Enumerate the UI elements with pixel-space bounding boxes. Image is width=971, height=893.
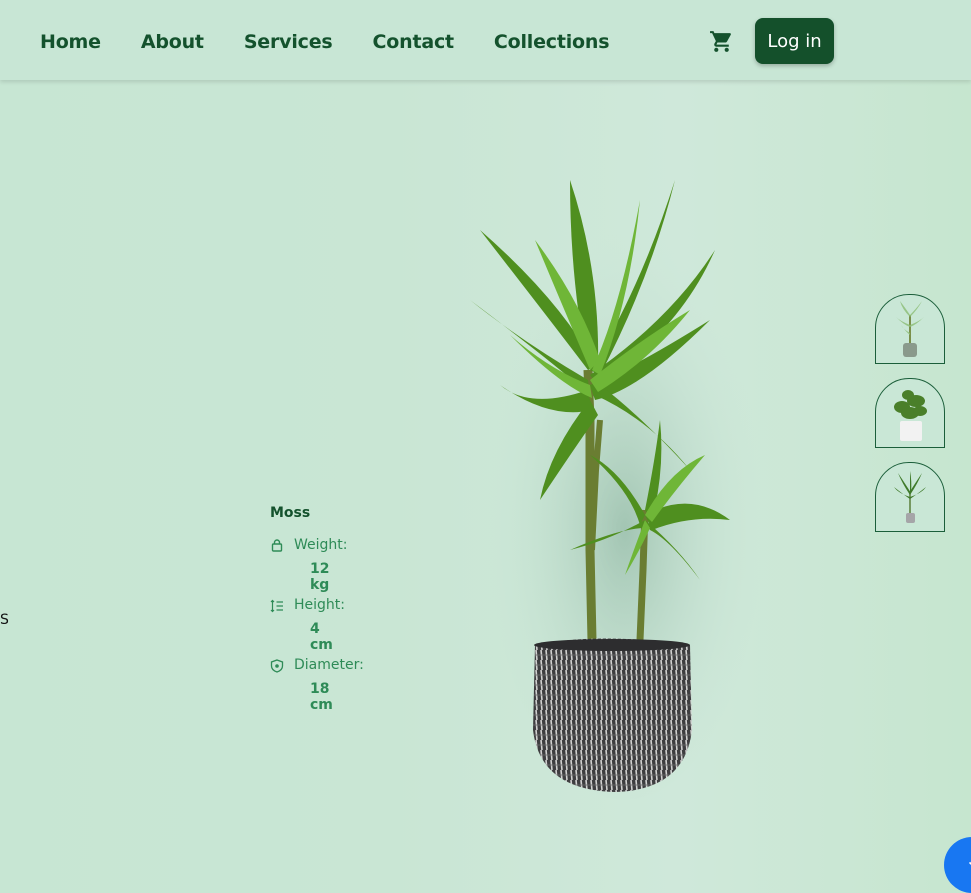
thumbnail-monstera[interactable]	[875, 378, 945, 448]
product-specs: Moss Weight: 12 kg Height: 4 cm Diameter…	[270, 505, 364, 717]
height-icon	[270, 599, 283, 613]
nav-link-collections[interactable]: Collections	[494, 31, 610, 53]
weight-icon	[271, 539, 283, 552]
spec-height-label: Height:	[294, 597, 345, 613]
nav-link-contact[interactable]: Contact	[373, 31, 455, 53]
cart-icon[interactable]	[709, 29, 734, 54]
nav-link-services[interactable]: Services	[244, 31, 333, 53]
scroll-down-button[interactable]: ↓	[944, 837, 971, 893]
spec-height: Height: 4 cm	[270, 597, 345, 657]
thumbnail-dracaena[interactable]	[875, 294, 945, 364]
nav-link-home[interactable]: Home	[40, 31, 101, 53]
thumbnail-list	[875, 294, 945, 546]
login-button[interactable]: Log in	[755, 18, 834, 64]
nav-links: Home About Services Contact Collections	[40, 0, 649, 84]
stray-letter: S	[0, 612, 9, 628]
plant-image	[470, 180, 760, 800]
spec-height-value: 4 cm	[310, 621, 333, 653]
spec-diameter: Diameter: 18 cm	[270, 657, 364, 717]
spec-diameter-label: Diameter:	[294, 657, 364, 673]
nav-link-about[interactable]: About	[141, 31, 204, 53]
spec-weight: Weight: 12 kg	[270, 537, 348, 597]
spec-weight-value: 12 kg	[310, 561, 330, 593]
product-name: Moss	[270, 505, 311, 521]
spec-diameter-value: 18 cm	[310, 681, 333, 713]
arrow-down-icon: ↓	[966, 851, 971, 870]
spec-weight-label: Weight:	[294, 537, 348, 553]
navbar: Home About Services Contact Collections …	[0, 0, 971, 80]
thumbnail-palm[interactable]	[875, 462, 945, 532]
shield-icon	[270, 659, 284, 673]
